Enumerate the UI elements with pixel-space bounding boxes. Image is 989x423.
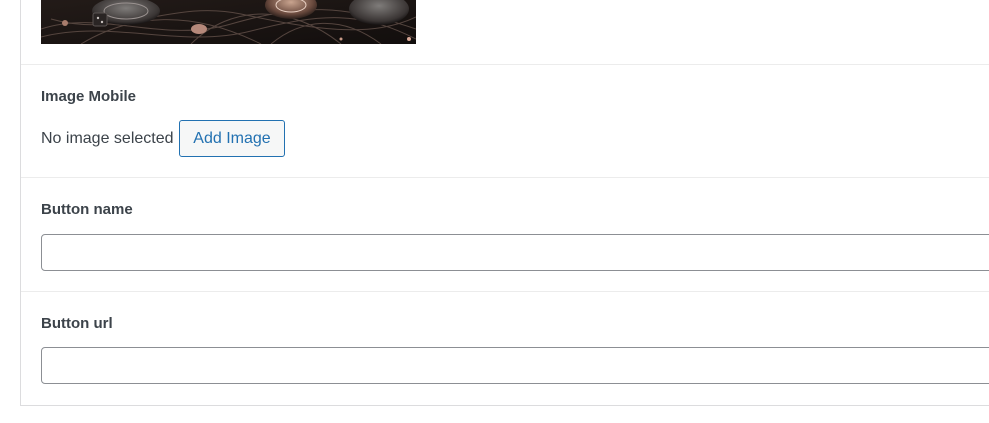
casino-chips-image — [41, 0, 416, 44]
image-mobile-label: Image Mobile — [41, 88, 137, 105]
button-name-input[interactable] — [41, 234, 989, 271]
add-image-button[interactable]: Add Image — [179, 120, 285, 157]
button-name-label: Button name — [41, 201, 133, 218]
no-image-status: No image selected — [41, 130, 174, 147]
settings-panel: Image Mobile No image selected Add Image… — [20, 0, 989, 406]
divider — [21, 177, 989, 178]
button-url-input[interactable] — [41, 347, 989, 384]
button-url-label: Button url — [41, 315, 113, 332]
desktop-image-preview — [41, 0, 416, 44]
divider — [21, 291, 989, 292]
divider — [21, 64, 989, 65]
